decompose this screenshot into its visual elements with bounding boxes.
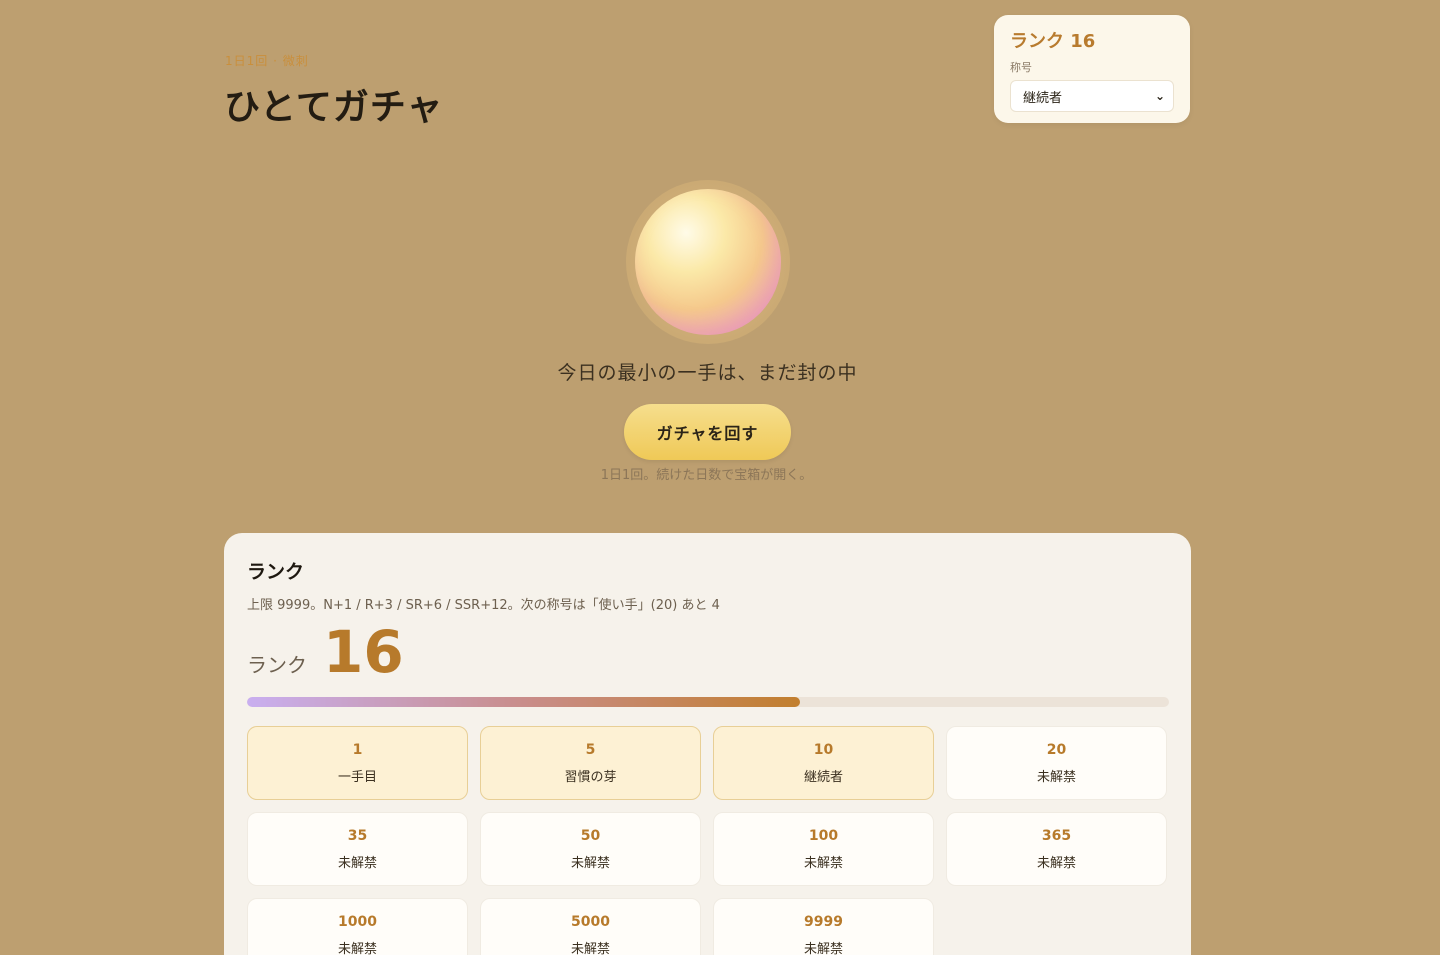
milestone-level: 1 — [352, 741, 363, 758]
milestone-tile: 10 継続者 — [713, 726, 934, 800]
milestone-name: 未解禁 — [1036, 769, 1076, 785]
milestone-name: 継続者 — [803, 769, 843, 785]
milestone-tile: 5 習慣の芽 — [480, 726, 701, 800]
milestone-name: 未解禁 — [337, 941, 377, 955]
milestone-tile: 365 未解禁 — [946, 812, 1167, 886]
spin-gacha-button[interactable]: ガチャを回す — [624, 404, 791, 460]
milestone-level: 50 — [580, 827, 601, 844]
milestone-level: 1000 — [338, 913, 377, 930]
title-select-label: 称号 — [1010, 61, 1032, 74]
milestone-name: 未解禁 — [1036, 855, 1076, 871]
milestone-level: 9999 — [804, 913, 843, 930]
rank-progress-fill — [247, 697, 801, 707]
milestone-name: 未解禁 — [803, 941, 843, 955]
milestone-name: 未解禁 — [570, 855, 610, 871]
milestone-level: 10 — [813, 741, 834, 758]
milestone-tile: 5000 未解禁 — [480, 898, 701, 955]
title-select[interactable]: 継続者 ⌄ — [1010, 80, 1174, 112]
milestone-level: 365 — [1041, 827, 1072, 844]
rank-panel-description: 上限 9999。N+1 / R+3 / SR+6 / SSR+12。次の称号は「… — [247, 598, 720, 613]
gacha-orb — [635, 189, 781, 335]
milestone-level: 5000 — [571, 913, 610, 930]
rank-display: ランク 16 — [247, 623, 1168, 681]
milestone-tile: 35 未解禁 — [247, 812, 468, 886]
milestone-name: 未解禁 — [570, 941, 610, 955]
milestone-tile: 1000 未解禁 — [247, 898, 468, 955]
rank-panel-heading: ランク — [247, 561, 305, 583]
gacha-orb-ring — [626, 180, 790, 344]
milestone-tile: 9999 未解禁 — [713, 898, 934, 955]
milestone-grid: 1 一手目 5 習慣の芽 10 継続者 20 未解禁 35 未解禁 50 未解禁 100 未解禁 365 未解… — [247, 726, 1168, 955]
milestone-level: 20 — [1046, 741, 1067, 758]
milestone-tile: 20 未解禁 — [946, 726, 1167, 800]
rank-panel: ランク 上限 9999。N+1 / R+3 / SR+6 / SSR+12。次の… — [224, 533, 1191, 955]
rank-card: ランク 16 称号 継続者 ⌄ — [994, 15, 1190, 123]
page-title: ひとてガチャ — [224, 87, 444, 128]
milestone-level: 5 — [585, 741, 596, 758]
milestone-name: 未解禁 — [337, 855, 377, 871]
milestone-level: 100 — [808, 827, 839, 844]
milestone-name: 未解禁 — [803, 855, 843, 871]
gacha-hint: 1日1回。続けた日数で宝箱が開く。 — [600, 468, 813, 483]
milestone-tile: 1 一手目 — [247, 726, 468, 800]
milestone-tile: 100 未解禁 — [713, 812, 934, 886]
rank-progress-bar — [247, 697, 1169, 707]
rank-display-label: ランク — [247, 653, 307, 677]
app-eyebrow: 1日1回 · 微刺 — [225, 54, 309, 68]
milestone-name: 一手目 — [337, 769, 377, 785]
rank-card-title: ランク 16 — [1010, 31, 1096, 52]
rank-display-value: 16 — [323, 618, 404, 686]
milestone-tile: 50 未解禁 — [480, 812, 701, 886]
chevron-down-icon: ⌄ — [1154, 89, 1165, 103]
milestone-level: 35 — [347, 827, 368, 844]
title-select-value: 継続者 — [1023, 90, 1063, 106]
milestone-name: 習慣の芽 — [564, 769, 617, 785]
sealed-message: 今日の最小の一手は、まだ封の中 — [557, 362, 858, 384]
